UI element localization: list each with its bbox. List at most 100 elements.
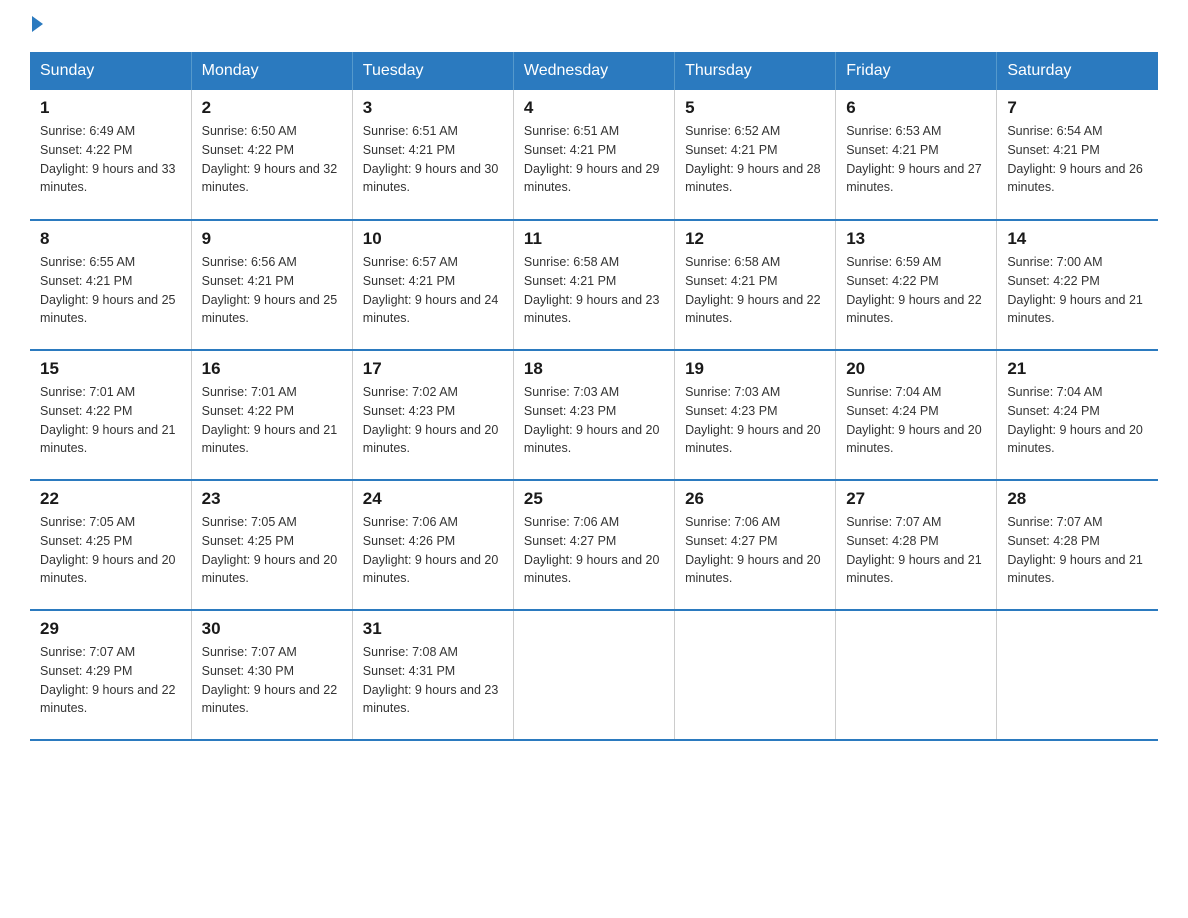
- calendar-cell: 11 Sunrise: 6:58 AM Sunset: 4:21 PM Dayl…: [513, 220, 674, 350]
- day-info: Sunrise: 7:03 AM Sunset: 4:23 PM Dayligh…: [685, 383, 825, 458]
- calendar-cell: 28 Sunrise: 7:07 AM Sunset: 4:28 PM Dayl…: [997, 480, 1158, 610]
- day-info: Sunrise: 7:07 AM Sunset: 4:29 PM Dayligh…: [40, 643, 181, 718]
- day-info: Sunrise: 7:08 AM Sunset: 4:31 PM Dayligh…: [363, 643, 503, 718]
- calendar-cell: 4 Sunrise: 6:51 AM Sunset: 4:21 PM Dayli…: [513, 90, 674, 220]
- day-info: Sunrise: 6:50 AM Sunset: 4:22 PM Dayligh…: [202, 122, 342, 197]
- calendar-cell: 26 Sunrise: 7:06 AM Sunset: 4:27 PM Dayl…: [675, 480, 836, 610]
- calendar-cell: 22 Sunrise: 7:05 AM Sunset: 4:25 PM Dayl…: [30, 480, 191, 610]
- day-number: 11: [524, 229, 664, 249]
- day-info: Sunrise: 7:07 AM Sunset: 4:28 PM Dayligh…: [1007, 513, 1148, 588]
- day-info: Sunrise: 7:07 AM Sunset: 4:28 PM Dayligh…: [846, 513, 986, 588]
- day-number: 25: [524, 489, 664, 509]
- calendar-cell: 1 Sunrise: 6:49 AM Sunset: 4:22 PM Dayli…: [30, 90, 191, 220]
- day-info: Sunrise: 6:52 AM Sunset: 4:21 PM Dayligh…: [685, 122, 825, 197]
- day-info: Sunrise: 6:59 AM Sunset: 4:22 PM Dayligh…: [846, 253, 986, 328]
- day-number: 20: [846, 359, 986, 379]
- calendar-header-row: SundayMondayTuesdayWednesdayThursdayFrid…: [30, 52, 1158, 90]
- day-info: Sunrise: 7:07 AM Sunset: 4:30 PM Dayligh…: [202, 643, 342, 718]
- day-number: 23: [202, 489, 342, 509]
- day-number: 4: [524, 98, 664, 118]
- calendar-cell: [513, 610, 674, 740]
- day-number: 24: [363, 489, 503, 509]
- calendar-cell: 27 Sunrise: 7:07 AM Sunset: 4:28 PM Dayl…: [836, 480, 997, 610]
- day-number: 18: [524, 359, 664, 379]
- calendar-cell: [675, 610, 836, 740]
- weekday-header-thursday: Thursday: [675, 52, 836, 90]
- day-number: 14: [1007, 229, 1148, 249]
- page-header: [30, 20, 1158, 32]
- day-info: Sunrise: 7:05 AM Sunset: 4:25 PM Dayligh…: [40, 513, 181, 588]
- weekday-header-tuesday: Tuesday: [352, 52, 513, 90]
- day-info: Sunrise: 6:55 AM Sunset: 4:21 PM Dayligh…: [40, 253, 181, 328]
- calendar-cell: 15 Sunrise: 7:01 AM Sunset: 4:22 PM Dayl…: [30, 350, 191, 480]
- day-info: Sunrise: 7:00 AM Sunset: 4:22 PM Dayligh…: [1007, 253, 1148, 328]
- calendar-cell: 29 Sunrise: 7:07 AM Sunset: 4:29 PM Dayl…: [30, 610, 191, 740]
- day-info: Sunrise: 7:06 AM Sunset: 4:27 PM Dayligh…: [685, 513, 825, 588]
- day-info: Sunrise: 7:02 AM Sunset: 4:23 PM Dayligh…: [363, 383, 503, 458]
- day-info: Sunrise: 7:04 AM Sunset: 4:24 PM Dayligh…: [846, 383, 986, 458]
- calendar-cell: [997, 610, 1158, 740]
- day-info: Sunrise: 6:56 AM Sunset: 4:21 PM Dayligh…: [202, 253, 342, 328]
- logo-arrow-icon: [32, 16, 43, 32]
- day-number: 7: [1007, 98, 1148, 118]
- day-number: 9: [202, 229, 342, 249]
- logo: [30, 20, 43, 32]
- calendar-cell: 31 Sunrise: 7:08 AM Sunset: 4:31 PM Dayl…: [352, 610, 513, 740]
- day-number: 15: [40, 359, 181, 379]
- day-info: Sunrise: 6:58 AM Sunset: 4:21 PM Dayligh…: [685, 253, 825, 328]
- calendar-cell: 12 Sunrise: 6:58 AM Sunset: 4:21 PM Dayl…: [675, 220, 836, 350]
- calendar-cell: 21 Sunrise: 7:04 AM Sunset: 4:24 PM Dayl…: [997, 350, 1158, 480]
- calendar-week-row: 29 Sunrise: 7:07 AM Sunset: 4:29 PM Dayl…: [30, 610, 1158, 740]
- day-number: 28: [1007, 489, 1148, 509]
- calendar-cell: 18 Sunrise: 7:03 AM Sunset: 4:23 PM Dayl…: [513, 350, 674, 480]
- calendar-week-row: 15 Sunrise: 7:01 AM Sunset: 4:22 PM Dayl…: [30, 350, 1158, 480]
- calendar-week-row: 8 Sunrise: 6:55 AM Sunset: 4:21 PM Dayli…: [30, 220, 1158, 350]
- calendar-cell: 9 Sunrise: 6:56 AM Sunset: 4:21 PM Dayli…: [191, 220, 352, 350]
- day-number: 30: [202, 619, 342, 639]
- calendar-cell: 16 Sunrise: 7:01 AM Sunset: 4:22 PM Dayl…: [191, 350, 352, 480]
- day-number: 16: [202, 359, 342, 379]
- weekday-header-saturday: Saturday: [997, 52, 1158, 90]
- calendar-cell: 3 Sunrise: 6:51 AM Sunset: 4:21 PM Dayli…: [352, 90, 513, 220]
- calendar-cell: 20 Sunrise: 7:04 AM Sunset: 4:24 PM Dayl…: [836, 350, 997, 480]
- calendar-cell: 24 Sunrise: 7:06 AM Sunset: 4:26 PM Dayl…: [352, 480, 513, 610]
- day-info: Sunrise: 6:58 AM Sunset: 4:21 PM Dayligh…: [524, 253, 664, 328]
- calendar-cell: 23 Sunrise: 7:05 AM Sunset: 4:25 PM Dayl…: [191, 480, 352, 610]
- calendar-cell: 5 Sunrise: 6:52 AM Sunset: 4:21 PM Dayli…: [675, 90, 836, 220]
- calendar-cell: 14 Sunrise: 7:00 AM Sunset: 4:22 PM Dayl…: [997, 220, 1158, 350]
- day-number: 17: [363, 359, 503, 379]
- day-info: Sunrise: 7:04 AM Sunset: 4:24 PM Dayligh…: [1007, 383, 1148, 458]
- day-number: 3: [363, 98, 503, 118]
- calendar-cell: 10 Sunrise: 6:57 AM Sunset: 4:21 PM Dayl…: [352, 220, 513, 350]
- calendar-cell: 2 Sunrise: 6:50 AM Sunset: 4:22 PM Dayli…: [191, 90, 352, 220]
- weekday-header-sunday: Sunday: [30, 52, 191, 90]
- day-info: Sunrise: 7:06 AM Sunset: 4:27 PM Dayligh…: [524, 513, 664, 588]
- day-number: 29: [40, 619, 181, 639]
- calendar-cell: 13 Sunrise: 6:59 AM Sunset: 4:22 PM Dayl…: [836, 220, 997, 350]
- day-number: 6: [846, 98, 986, 118]
- calendar-week-row: 1 Sunrise: 6:49 AM Sunset: 4:22 PM Dayli…: [30, 90, 1158, 220]
- day-number: 31: [363, 619, 503, 639]
- calendar-cell: 17 Sunrise: 7:02 AM Sunset: 4:23 PM Dayl…: [352, 350, 513, 480]
- day-info: Sunrise: 6:51 AM Sunset: 4:21 PM Dayligh…: [524, 122, 664, 197]
- day-number: 13: [846, 229, 986, 249]
- day-info: Sunrise: 7:06 AM Sunset: 4:26 PM Dayligh…: [363, 513, 503, 588]
- day-number: 12: [685, 229, 825, 249]
- day-number: 26: [685, 489, 825, 509]
- calendar-week-row: 22 Sunrise: 7:05 AM Sunset: 4:25 PM Dayl…: [30, 480, 1158, 610]
- calendar-table: SundayMondayTuesdayWednesdayThursdayFrid…: [30, 52, 1158, 741]
- day-number: 21: [1007, 359, 1148, 379]
- day-number: 8: [40, 229, 181, 249]
- day-number: 19: [685, 359, 825, 379]
- day-info: Sunrise: 6:53 AM Sunset: 4:21 PM Dayligh…: [846, 122, 986, 197]
- weekday-header-wednesday: Wednesday: [513, 52, 674, 90]
- day-number: 1: [40, 98, 181, 118]
- day-number: 5: [685, 98, 825, 118]
- calendar-cell: 8 Sunrise: 6:55 AM Sunset: 4:21 PM Dayli…: [30, 220, 191, 350]
- day-info: Sunrise: 7:03 AM Sunset: 4:23 PM Dayligh…: [524, 383, 664, 458]
- day-number: 10: [363, 229, 503, 249]
- day-info: Sunrise: 6:54 AM Sunset: 4:21 PM Dayligh…: [1007, 122, 1148, 197]
- day-info: Sunrise: 6:49 AM Sunset: 4:22 PM Dayligh…: [40, 122, 181, 197]
- weekday-header-monday: Monday: [191, 52, 352, 90]
- calendar-cell: 30 Sunrise: 7:07 AM Sunset: 4:30 PM Dayl…: [191, 610, 352, 740]
